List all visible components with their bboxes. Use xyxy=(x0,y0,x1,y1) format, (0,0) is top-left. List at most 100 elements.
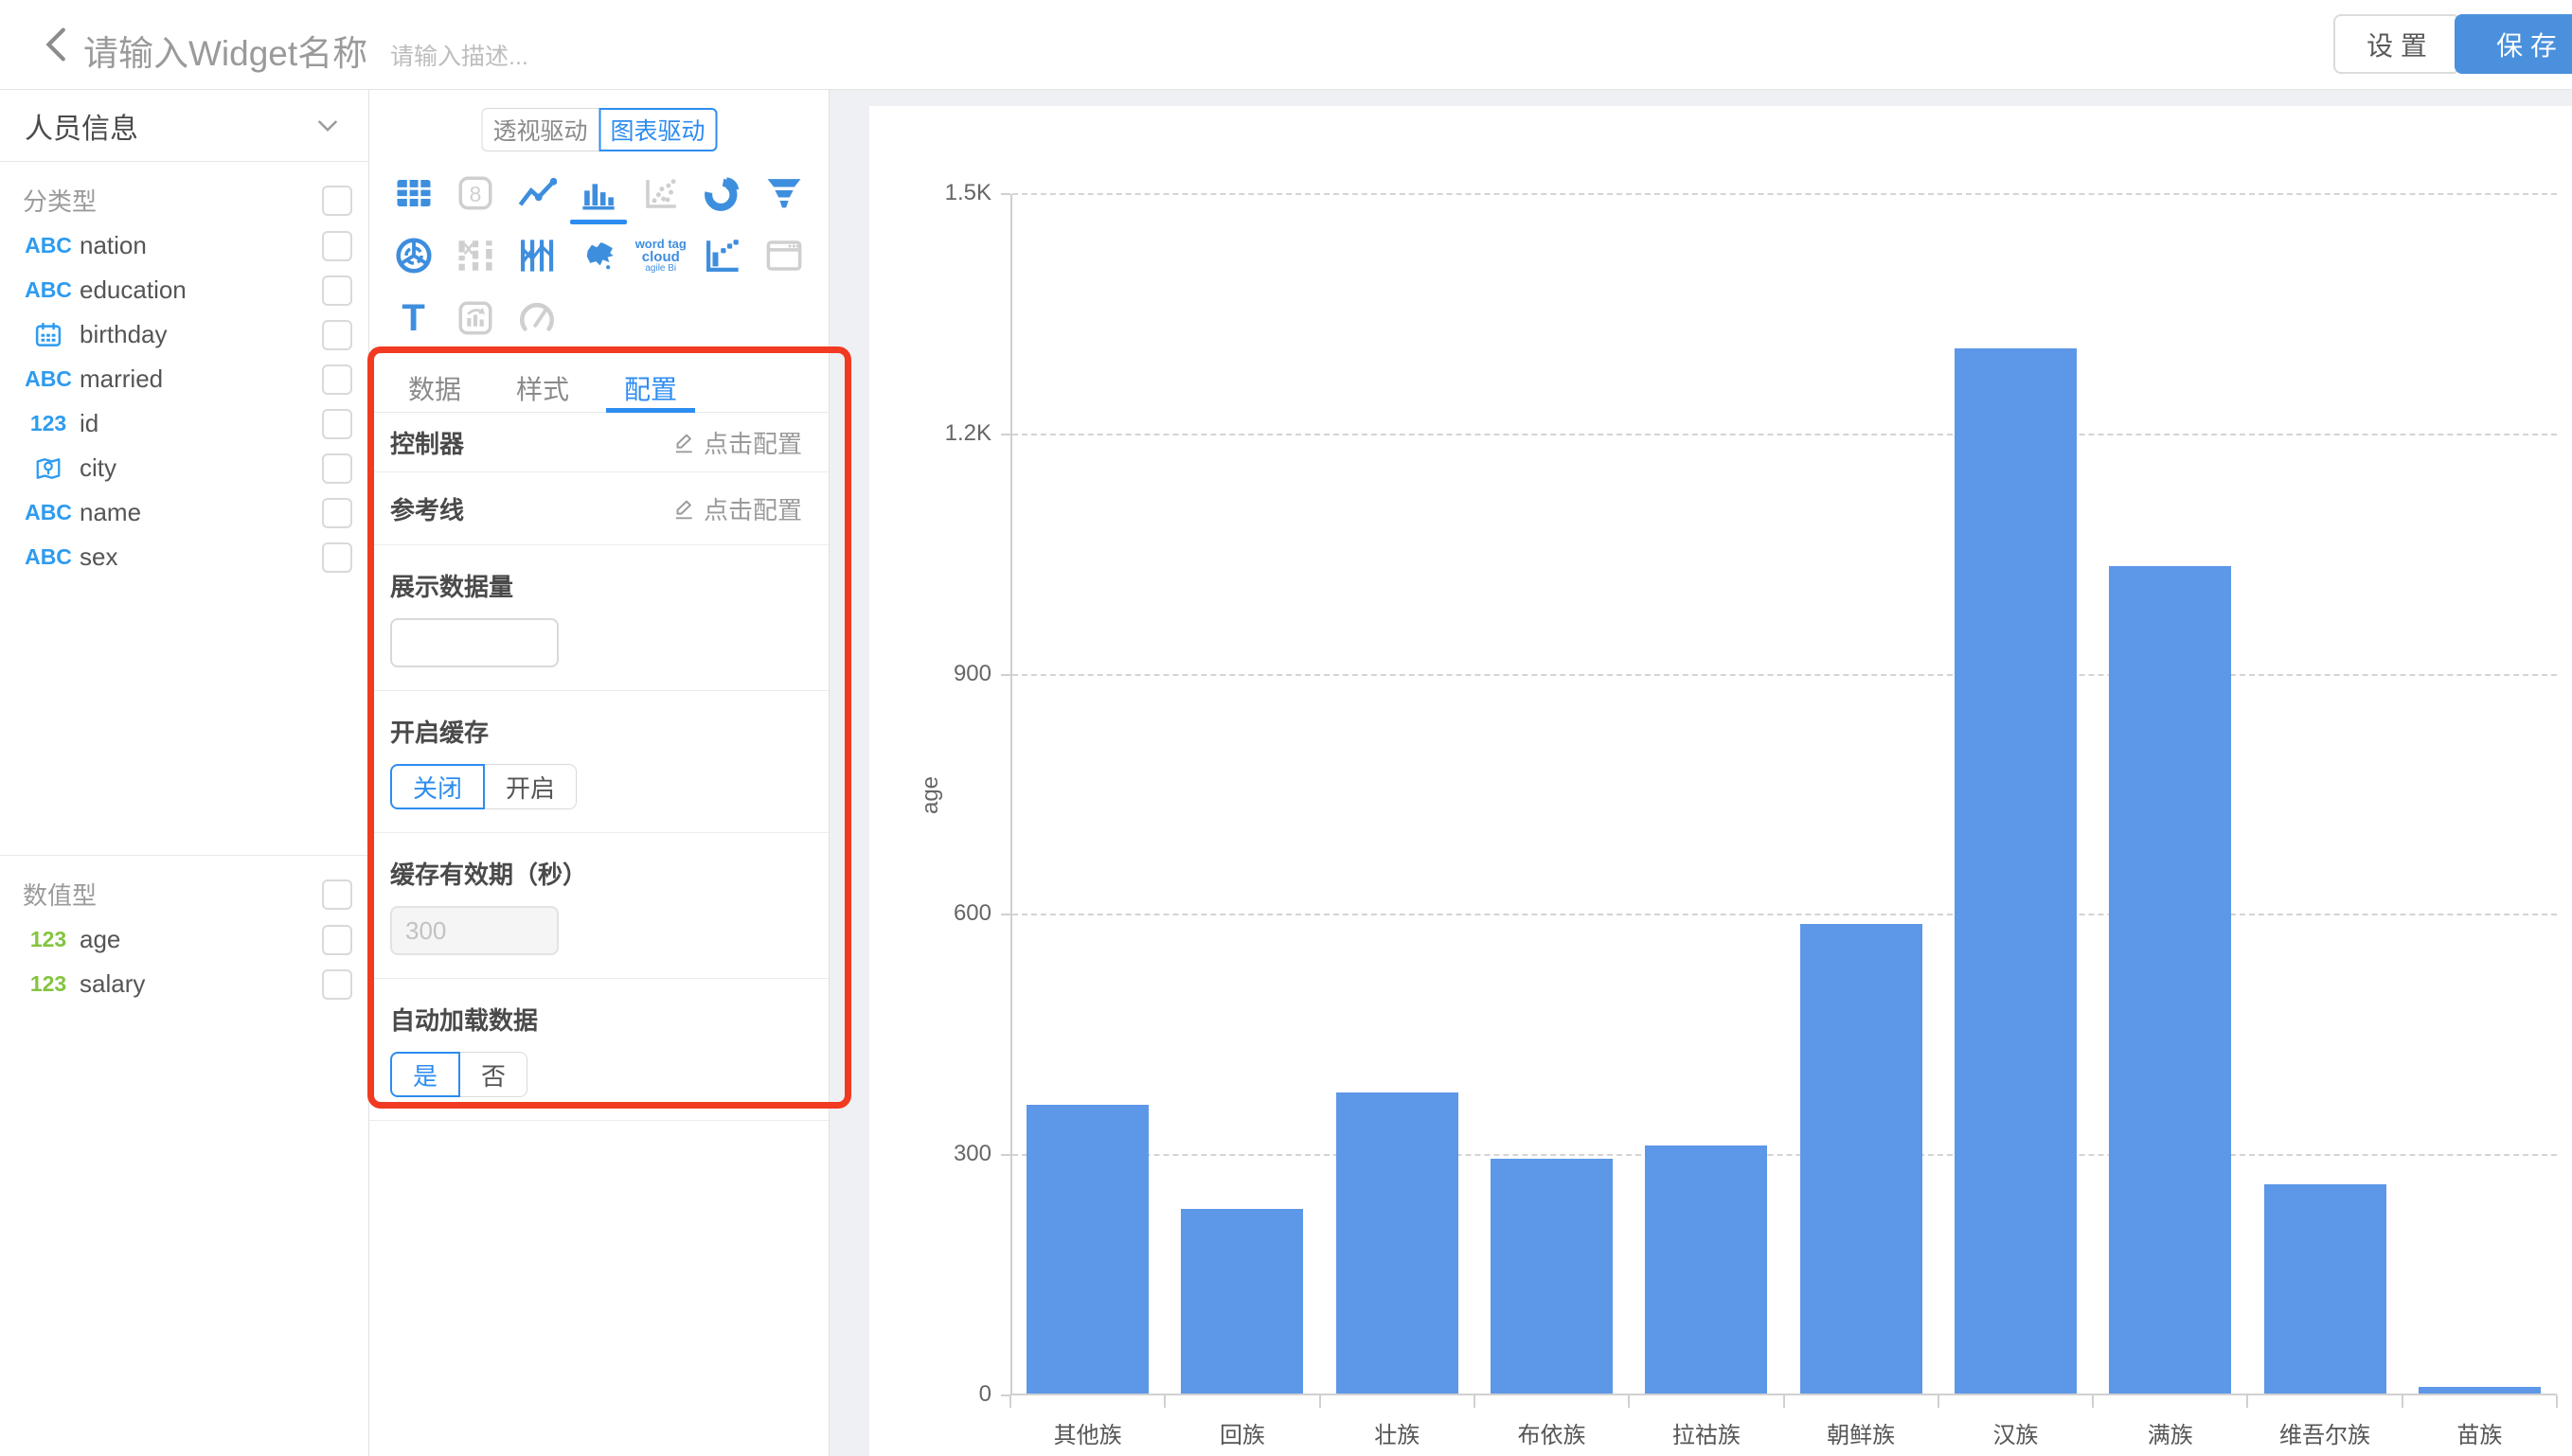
bar xyxy=(1800,924,1922,1394)
back-icon[interactable] xyxy=(36,23,80,66)
widget-name-input[interactable]: 请输入Widget名称 xyxy=(83,25,367,76)
dataset-selector[interactable]: 人员信息 xyxy=(0,90,368,162)
tab-数据[interactable]: 数据 xyxy=(390,364,479,412)
string-type-icon: ABC xyxy=(21,544,76,570)
settings-button[interactable]: 设 置 xyxy=(2333,14,2460,74)
categorical-select-all-checkbox[interactable] xyxy=(322,186,352,216)
field-name: salary xyxy=(80,969,322,999)
field-name: married xyxy=(80,364,322,394)
categorical-section: 分类型 ABCnationABCeducationbirthdayABCmarr… xyxy=(0,162,368,579)
radar-chart-icon[interactable] xyxy=(383,224,444,287)
controller-configure-link[interactable]: 点击配置 xyxy=(666,424,808,461)
dataset-name: 人员信息 xyxy=(25,105,138,147)
gridline xyxy=(1012,914,2557,915)
reference-line-configure-link[interactable]: 点击配置 xyxy=(666,490,808,527)
bar xyxy=(1491,1159,1613,1394)
field-row[interactable]: 123salary xyxy=(0,962,368,1006)
field-checkbox[interactable] xyxy=(322,320,352,350)
x-axis-tick xyxy=(1628,1395,1630,1408)
field-checkbox[interactable] xyxy=(322,409,352,439)
cache-label: 开启缓存 xyxy=(390,714,808,749)
score-card-chart-icon: 8 xyxy=(444,162,506,224)
mode-toggle: 透视驱动图表驱动 xyxy=(481,108,717,151)
reference-line-row: 参考线 点击配置 xyxy=(369,472,829,545)
edit-pencil-icon xyxy=(671,496,696,521)
pie-chart-icon[interactable] xyxy=(691,162,753,224)
numeric-section-title: 数值型 xyxy=(23,877,97,912)
field-row[interactable]: 123id xyxy=(0,401,368,446)
field-name: id xyxy=(80,409,322,438)
x-axis-category-label: 其他族 xyxy=(1010,1416,1165,1449)
cache-expire-input[interactable] xyxy=(390,906,559,955)
x-axis-category-label: 壮族 xyxy=(1320,1416,1474,1449)
segment-option-否[interactable]: 否 xyxy=(459,1052,527,1097)
display-count-input[interactable] xyxy=(390,618,559,667)
x-axis-tick xyxy=(1938,1395,1939,1408)
controller-row: 控制器 点击配置 xyxy=(369,413,829,472)
field-row[interactable]: ABCnation xyxy=(0,223,368,268)
y-axis-tick xyxy=(1001,914,1010,915)
field-checkbox[interactable] xyxy=(322,453,352,484)
tab-样式[interactable]: 样式 xyxy=(498,364,587,412)
tab-配置[interactable]: 配置 xyxy=(606,364,695,412)
y-axis-tick xyxy=(1001,434,1010,435)
line-chart-icon[interactable] xyxy=(507,162,568,224)
controller-label: 控制器 xyxy=(390,425,464,460)
y-axis-tick xyxy=(1001,674,1010,676)
field-name: age xyxy=(80,925,322,954)
bar xyxy=(1645,1145,1767,1394)
x-axis-category-label: 苗族 xyxy=(2402,1416,2557,1449)
widget-desc-input[interactable]: 请输入描述... xyxy=(390,38,528,72)
funnel-chart-icon[interactable] xyxy=(754,162,815,224)
edit-pencil-icon xyxy=(671,430,696,454)
mode-option-0[interactable]: 透视驱动 xyxy=(481,108,599,151)
field-checkbox[interactable] xyxy=(322,969,352,1000)
map-chart-icon[interactable] xyxy=(568,224,630,287)
field-row[interactable]: birthday xyxy=(0,312,368,357)
categorical-section-title: 分类型 xyxy=(23,183,97,218)
bar-chart: age 03006009001.2K1.5K其他族回族壮族布依族拉祜族朝鲜族汉族… xyxy=(1010,194,2557,1395)
segment-option-开启[interactable]: 开启 xyxy=(484,764,577,809)
field-row[interactable]: ABCname xyxy=(0,490,368,535)
field-checkbox[interactable] xyxy=(322,275,352,306)
auto-load-block: 自动加载数据 是否 xyxy=(369,979,829,1121)
x-axis-tick xyxy=(1319,1395,1321,1408)
field-row[interactable]: city xyxy=(0,446,368,490)
segment-option-是[interactable]: 是 xyxy=(390,1052,460,1097)
x-axis-tick xyxy=(1783,1395,1785,1408)
field-row[interactable]: ABCeducation xyxy=(0,268,368,312)
parallel-chart-icon[interactable] xyxy=(507,224,568,287)
save-button[interactable]: 保 存 xyxy=(2455,14,2572,74)
richtext-chart-icon xyxy=(444,287,506,349)
numeric-section: 数值型 123age123salary xyxy=(0,855,368,1006)
x-axis-tick xyxy=(2556,1395,2558,1408)
x-axis-category-label: 汉族 xyxy=(1938,1416,2093,1449)
field-row[interactable]: 123age xyxy=(0,917,368,962)
y-axis-line xyxy=(1010,194,1012,1395)
wordcloud-chart-icon[interactable]: word tagcloudagile Bi xyxy=(630,224,691,287)
field-checkbox[interactable] xyxy=(322,925,352,955)
field-name: nation xyxy=(80,231,322,260)
field-row[interactable]: ABCmarried xyxy=(0,357,368,401)
field-name: name xyxy=(80,498,322,527)
text-chart-icon[interactable]: T xyxy=(383,287,444,349)
chevron-down-icon xyxy=(312,110,344,142)
table-chart-icon[interactable] xyxy=(383,162,444,224)
numeric-field-list: 123age123salary xyxy=(0,917,368,1006)
numeric-select-all-checkbox[interactable] xyxy=(322,879,352,910)
y-axis-tick-label: 900 xyxy=(878,661,991,687)
display-count-label: 展示数据量 xyxy=(390,568,808,603)
field-checkbox[interactable] xyxy=(322,364,352,395)
field-checkbox[interactable] xyxy=(322,542,352,573)
field-checkbox[interactable] xyxy=(322,498,352,528)
mode-option-1[interactable]: 图表驱动 xyxy=(598,108,717,151)
cache-expire-label: 缓存有效期（秒） xyxy=(390,856,808,891)
bar-chart-icon[interactable] xyxy=(568,162,630,224)
x-axis-category-label: 满族 xyxy=(2093,1416,2247,1449)
field-row[interactable]: ABCsex xyxy=(0,535,368,579)
field-checkbox[interactable] xyxy=(322,231,352,261)
waterfall-chart-icon[interactable] xyxy=(691,224,753,287)
iframe-chart-icon xyxy=(754,224,815,287)
scatter-chart-icon xyxy=(630,162,691,224)
segment-option-关闭[interactable]: 关闭 xyxy=(390,764,485,809)
